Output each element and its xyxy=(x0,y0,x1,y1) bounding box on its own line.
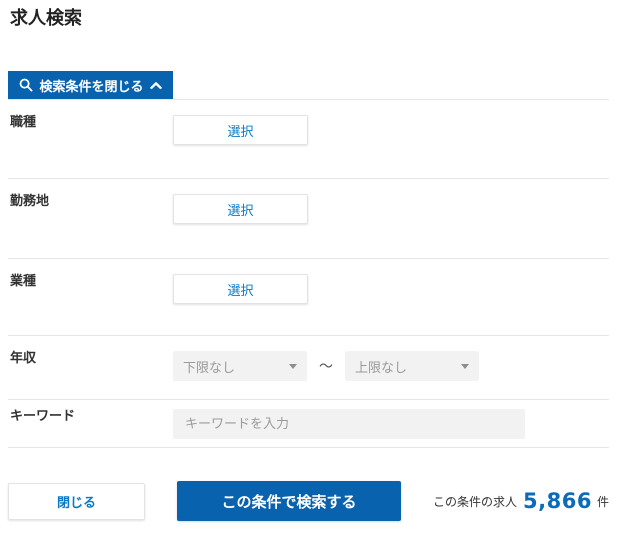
search-panel-header: 検索条件を閉じる xyxy=(8,71,609,100)
annual-income-label: 年収 xyxy=(10,351,37,366)
keyword-input[interactable] xyxy=(173,409,525,439)
search-panel-footer: 閉じる この条件で検索する この条件の求人 5,866 件 xyxy=(8,481,609,521)
chevron-up-icon xyxy=(150,81,162,90)
industry-label: 業種 xyxy=(10,274,37,289)
income-max-dropdown[interactable]: 上限なし xyxy=(345,351,479,381)
work-location-select-button[interactable]: 選択 xyxy=(173,194,308,224)
industry-select-button[interactable]: 選択 xyxy=(173,274,308,304)
caret-down-icon xyxy=(289,363,297,369)
row-industry: 業種 選択 xyxy=(8,259,609,336)
income-max-value: 上限なし xyxy=(355,360,408,376)
row-job-type: 職種 選択 xyxy=(8,100,609,179)
caret-down-icon xyxy=(461,363,469,369)
work-location-label: 勤務地 xyxy=(10,194,50,209)
search-conditions-toggle-button[interactable]: 検索条件を閉じる xyxy=(8,71,173,99)
job-type-select-button[interactable]: 選択 xyxy=(173,115,308,145)
page-title: 求人検索 xyxy=(10,8,82,29)
search-conditions-toggle-label: 検索条件を閉じる xyxy=(39,79,144,95)
income-min-value: 下限なし xyxy=(183,360,236,376)
keyword-label: キーワード xyxy=(10,409,76,424)
row-keyword: キーワード xyxy=(8,400,609,448)
result-count-prefix: この条件の求人 xyxy=(433,494,518,509)
search-icon xyxy=(19,78,33,92)
result-count: この条件の求人 5,866 件 xyxy=(433,489,609,513)
search-submit-button[interactable]: この条件で検索する xyxy=(177,481,402,521)
row-annual-income: 年収 下限なし ～ 上限なし xyxy=(8,336,609,400)
close-button[interactable]: 閉じる xyxy=(8,482,145,520)
result-count-suffix: 件 xyxy=(596,494,609,509)
search-conditions-form: 職種 選択 勤務地 選択 業種 選択 年収 下限なし ～ 上限なし キーワード … xyxy=(8,100,609,448)
range-separator: ～ xyxy=(319,359,333,375)
income-min-dropdown[interactable]: 下限なし xyxy=(173,351,307,381)
job-type-label: 職種 xyxy=(10,115,37,130)
result-count-value: 5,866 xyxy=(523,489,592,513)
row-work-location: 勤務地 選択 xyxy=(8,179,609,259)
